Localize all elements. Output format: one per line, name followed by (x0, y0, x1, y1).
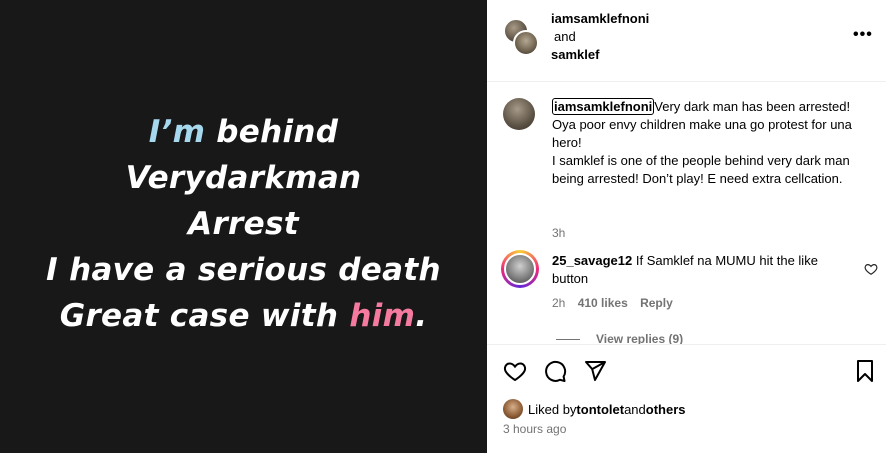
comment-text: 25_savage12 If Samklef na MUMU hit the l… (552, 252, 842, 288)
liked-by-label: Liked by (528, 401, 577, 417)
media-line-1: I’m behind (46, 109, 441, 155)
comments-section[interactable]: iamsamklefnoni Very dark man has been arr… (487, 82, 886, 344)
media-line-4: I have a serious death (46, 251, 441, 288)
liked-by-user-link[interactable]: tontolet (576, 402, 624, 417)
avatar[interactable] (503, 98, 535, 130)
like-heart-icon[interactable] (503, 359, 527, 383)
caption-text: iamsamklefnoni Very dark man has been arr… (552, 98, 852, 188)
media-line-3: Arrest (188, 205, 299, 242)
like-comment-heart-icon[interactable] (864, 262, 878, 276)
view-replies-label: View replies (9) (596, 332, 684, 344)
avatar (504, 253, 536, 285)
comment-timestamp[interactable]: 2h (552, 296, 565, 310)
and-text: and (554, 29, 576, 44)
liked-by-summary: Liked by tontolet and others (503, 399, 686, 419)
comment-bubble-icon[interactable] (543, 359, 567, 383)
comment-likes-link[interactable]: 410 likes (578, 296, 628, 310)
avatar[interactable] (503, 399, 523, 419)
author-username-link[interactable]: iamsamklefnoni (551, 11, 649, 26)
save-bookmark-icon[interactable] (853, 359, 877, 383)
post-header: iamsamklefnoni and samklef ••• (487, 0, 886, 82)
view-replies-button[interactable]: View replies (9) (556, 332, 683, 344)
post-side-panel: iamsamklefnoni and samklef ••• iamsamkle… (487, 0, 886, 453)
avatar (513, 30, 539, 56)
collab-usernames: iamsamklefnoni and samklef (551, 10, 649, 64)
media-text-segment: behind (205, 113, 339, 150)
others-likes-link[interactable]: others (646, 402, 686, 417)
more-options-icon[interactable]: ••• (853, 27, 873, 43)
reply-button[interactable]: Reply (640, 296, 673, 310)
media-highlight-word: I’m (148, 113, 206, 150)
collaborator-username-link[interactable]: samklef (551, 47, 599, 62)
comment-username-link[interactable]: 25_savage12 (552, 253, 632, 268)
media-line-5: Great case with him. (46, 293, 441, 339)
post-actions: Liked by tontolet and others 3 hours ago (487, 344, 886, 453)
media-highlight-word: him (349, 297, 416, 334)
share-send-icon[interactable] (583, 359, 607, 383)
caption-timestamp[interactable]: 3h (552, 226, 565, 240)
media-text-segment: Great case with (59, 297, 350, 334)
story-ring[interactable] (501, 250, 539, 288)
and-label: and (624, 401, 646, 417)
comment-meta: 2h 410 likes Reply (552, 296, 682, 310)
caption-username-link[interactable]: iamsamklefnoni (552, 98, 655, 115)
post-timestamp[interactable]: 3 hours ago (503, 422, 566, 436)
media-caption-text: I’m behind Verydarkman Arrest I have a s… (46, 109, 441, 339)
caption-body-2: I samklef is one of the people behind ve… (552, 153, 850, 186)
collab-avatars[interactable] (503, 18, 543, 56)
replies-divider (556, 339, 580, 341)
media-line-2: Verydarkman (125, 159, 362, 196)
media-text-segment: . (415, 297, 428, 334)
post-media[interactable]: I’m behind Verydarkman Arrest I have a s… (0, 0, 487, 453)
